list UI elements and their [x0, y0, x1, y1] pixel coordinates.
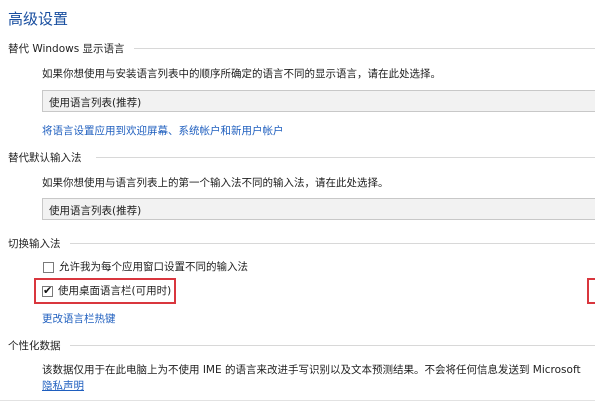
display-language-dropdown-value: 使用语言列表(推荐): [49, 97, 142, 109]
section-divider: [70, 345, 595, 346]
apply-language-settings-link[interactable]: 将语言设置应用到欢迎屏幕、系统帐户和新用户帐户: [42, 123, 284, 138]
checkmark-icon: ✔: [43, 284, 53, 297]
change-language-bar-hotkey-link[interactable]: 更改语言栏热键: [42, 311, 116, 326]
section-title-personalization: 个性化数据: [8, 340, 61, 352]
default-input-description: 如果你想使用与语言列表上的第一个输入法不同的输入法，请在此处选择。: [42, 177, 389, 189]
section-title-default-input: 替代默认输入法: [8, 152, 82, 164]
default-input-dropdown[interactable]: 使用语言列表(推荐): [42, 198, 595, 220]
desktop-language-bar-checkbox[interactable]: ✔: [42, 284, 53, 297]
bottom-divider: [0, 400, 595, 401]
section-divider: [70, 243, 595, 244]
section-divider: [96, 157, 595, 158]
section-title-switch-input: 切换输入法: [8, 238, 61, 250]
offscreen-highlight: [587, 278, 595, 304]
privacy-statement-link[interactable]: 隐私声明: [42, 378, 84, 393]
desktop-language-bar-label: 使用桌面语言栏(可用时): [58, 285, 172, 297]
display-language-description: 如果你想使用与安装语言列表中的顺序所确定的语言不同的显示语言，请在此处选择。: [42, 68, 441, 80]
per-app-input-checkbox[interactable]: [43, 262, 54, 273]
default-input-dropdown-value: 使用语言列表(推荐): [49, 205, 142, 217]
section-title-display-language: 替代 Windows 显示语言: [8, 43, 125, 55]
personalization-description: 该数据仅用于在此电脑上为不使用 IME 的语言来改进手写识别以及文本预测结果。不…: [42, 364, 581, 376]
display-language-dropdown[interactable]: 使用语言列表(推荐): [42, 90, 595, 112]
page-title: 高级设置: [8, 10, 69, 28]
per-app-input-label: 允许我为每个应用窗口设置不同的输入法: [59, 261, 248, 273]
section-divider: [134, 48, 595, 49]
